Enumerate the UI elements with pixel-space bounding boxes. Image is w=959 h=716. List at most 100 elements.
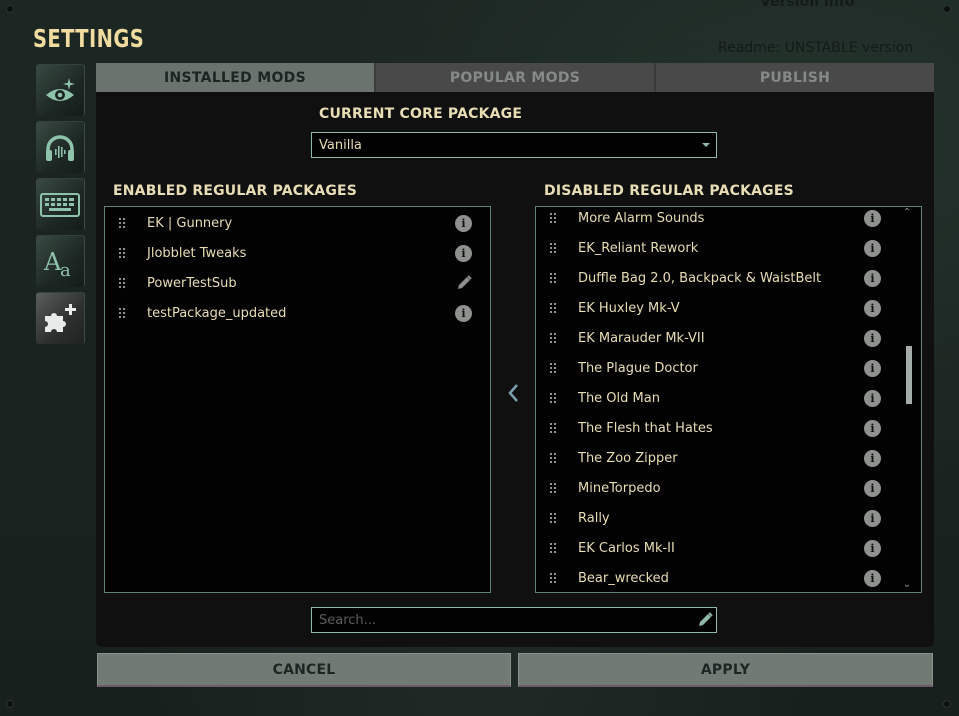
package-row[interactable]: Bear_wrecked i	[536, 563, 921, 592]
search-input[interactable]	[312, 608, 716, 632]
drag-handle-icon[interactable]	[549, 272, 557, 284]
eye-sparkle-icon	[46, 77, 75, 101]
mods-tabs: INSTALLED MODS POPULAR MODS PUBLISH	[96, 63, 934, 92]
package-row[interactable]: PowerTestSub	[105, 268, 490, 298]
nav-mods-button[interactable]	[36, 292, 85, 344]
drag-handle-icon[interactable]	[118, 307, 126, 319]
info-icon[interactable]: i	[864, 299, 881, 317]
drag-handle-icon[interactable]	[549, 422, 557, 434]
package-name: MineTorpedo	[578, 480, 661, 496]
nav-audio-button[interactable]	[36, 121, 85, 173]
tab-popular-mods[interactable]: POPULAR MODS	[374, 63, 654, 92]
apply-button[interactable]: APPLY	[518, 653, 933, 687]
background-readme-text: Readme: UNSTABLE version	[718, 40, 914, 56]
disabled-packages-label: DISABLED REGULAR PACKAGES	[544, 183, 794, 199]
nav-language-button[interactable]: A a	[36, 235, 85, 287]
mods-panel: INSTALLED MODS POPULAR MODS PUBLISH CURR…	[96, 63, 934, 647]
package-name: EK | Gunnery	[147, 215, 233, 231]
package-row[interactable]: Rally i	[536, 503, 921, 533]
info-icon[interactable]: i	[864, 509, 881, 527]
package-name: EK_Reliant Rework	[578, 240, 699, 256]
info-icon[interactable]: i	[864, 209, 881, 227]
package-row[interactable]: Jlobblet Tweaks i	[105, 238, 490, 268]
drag-handle-icon[interactable]	[118, 277, 126, 289]
drag-handle-icon[interactable]	[549, 572, 557, 584]
package-name: The Zoo Zipper	[578, 450, 678, 466]
info-icon[interactable]: i	[864, 539, 881, 557]
package-row[interactable]: MineTorpedo i	[536, 473, 921, 503]
pencil-icon	[699, 612, 713, 626]
info-icon[interactable]: i	[864, 239, 881, 257]
info-icon[interactable]: i	[455, 304, 472, 322]
package-row[interactable]: The Old Man i	[536, 383, 921, 413]
drag-handle-icon[interactable]	[549, 362, 557, 374]
package-name: EK Marauder Mk-VII	[578, 330, 705, 346]
corner-screw	[6, 5, 14, 13]
info-icon[interactable]: i	[864, 569, 881, 587]
svg-text:a: a	[60, 260, 71, 278]
font-aa-icon: A a	[43, 248, 71, 278]
drag-handle-icon[interactable]	[118, 247, 126, 259]
info-icon[interactable]: i	[864, 479, 881, 497]
enabled-packages-label: ENABLED REGULAR PACKAGES	[113, 183, 358, 199]
package-row[interactable]: testPackage_updated i	[105, 298, 490, 328]
package-name: Jlobblet Tweaks	[147, 245, 247, 261]
settings-sidenav: A a	[36, 64, 85, 349]
drag-handle-icon[interactable]	[549, 242, 557, 254]
nav-graphics-button[interactable]	[36, 64, 85, 116]
keyboard-icon	[40, 192, 80, 217]
enabled-packages-list[interactable]: EK | Gunnery i Jlobblet Tweaks i PowerTestSu…	[104, 206, 491, 593]
drag-handle-icon[interactable]	[549, 392, 557, 404]
info-icon[interactable]: i	[864, 449, 881, 467]
tab-installed-mods[interactable]: INSTALLED MODS	[96, 63, 374, 92]
drag-handle-icon[interactable]	[549, 452, 557, 464]
package-row[interactable]: The Plague Doctor i	[536, 353, 921, 383]
package-row[interactable]: Duffle Bag 2.0, Backpack & WaistBelt i	[536, 263, 921, 293]
package-row[interactable]: EK Carlos Mk-II i	[536, 533, 921, 563]
corner-screw	[6, 700, 14, 708]
core-package-dropdown[interactable]: Vanilla	[311, 132, 717, 158]
package-row[interactable]: More Alarm Sounds i	[536, 207, 921, 233]
info-icon[interactable]: i	[864, 329, 881, 347]
info-icon[interactable]: i	[864, 389, 881, 407]
corner-screw	[943, 5, 951, 13]
edit-pencil-icon[interactable]	[455, 274, 473, 292]
drag-handle-icon[interactable]	[549, 332, 557, 344]
drag-handle-icon[interactable]	[549, 482, 557, 494]
background-version-text: Version info	[760, 0, 855, 10]
package-row[interactable]: EK Marauder Mk-VII i	[536, 323, 921, 353]
package-name: The Plague Doctor	[578, 360, 698, 376]
package-row[interactable]: EK_Reliant Rework i	[536, 233, 921, 263]
package-name: testPackage_updated	[147, 305, 287, 321]
package-name: EK Huxley Mk-V	[578, 300, 680, 316]
tab-publish[interactable]: PUBLISH	[654, 63, 934, 92]
package-name: Bear_wrecked	[578, 570, 669, 586]
cancel-button[interactable]: CANCEL	[97, 653, 511, 687]
package-name: PowerTestSub	[147, 275, 237, 291]
drag-handle-icon[interactable]	[118, 217, 126, 229]
package-row[interactable]: The Zoo Zipper i	[536, 443, 921, 473]
core-package-value: Vanilla	[319, 137, 362, 153]
package-row[interactable]: The Flesh that Hates i	[536, 413, 921, 443]
drag-handle-icon[interactable]	[549, 512, 557, 524]
info-icon[interactable]: i	[864, 359, 881, 377]
move-left-arrow-icon[interactable]	[506, 381, 522, 405]
info-icon[interactable]: i	[864, 269, 881, 287]
disabled-packages-list[interactable]: ⌃ ⌄ More Alarm Sounds i EK_Reliant Rework i…	[535, 206, 922, 593]
drag-handle-icon[interactable]	[549, 212, 557, 224]
drag-handle-icon[interactable]	[549, 542, 557, 554]
package-name: The Old Man	[578, 390, 660, 406]
headphones-icon	[46, 134, 74, 161]
package-name: Rally	[578, 510, 610, 526]
package-row[interactable]: EK | Gunnery i	[105, 208, 490, 238]
package-row[interactable]: EK Huxley Mk-V i	[536, 293, 921, 323]
package-name: More Alarm Sounds	[578, 210, 705, 226]
nav-controls-button[interactable]	[36, 178, 85, 230]
info-icon[interactable]: i	[864, 419, 881, 437]
search-field[interactable]	[311, 607, 717, 633]
core-package-label: CURRENT CORE PACKAGE	[319, 106, 523, 122]
info-icon[interactable]: i	[455, 244, 472, 262]
settings-title: SETTINGS	[33, 24, 145, 53]
info-icon[interactable]: i	[455, 214, 472, 232]
drag-handle-icon[interactable]	[549, 302, 557, 314]
